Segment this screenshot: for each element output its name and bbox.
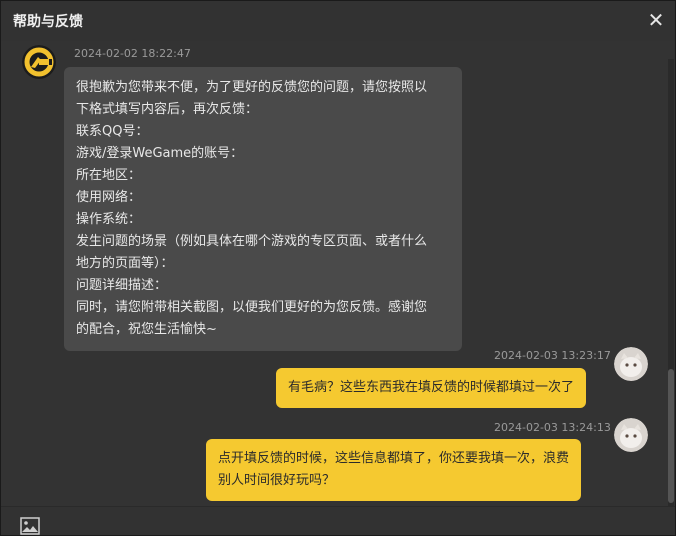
scrollbar-thumb[interactable]	[668, 369, 674, 503]
message-line: 游戏/登录WeGame的账号：	[76, 146, 244, 161]
message-timestamp: 2024-02-02 18:22:47	[74, 47, 191, 60]
user-avatar	[614, 418, 648, 452]
chat-scrollbar[interactable]	[668, 59, 674, 507]
message-line: 所在地区：	[76, 168, 142, 183]
message-line: 操作系统：	[76, 212, 142, 227]
message-line: 很抱歉为您带来不便，为了更好的反馈您的问题，请您按照以	[76, 80, 428, 95]
cat-avatar-icon	[614, 347, 648, 381]
message-line: 有毛病？这些东西我在填反馈的时候都填过一次了	[288, 380, 575, 395]
image-icon[interactable]	[20, 517, 40, 535]
message-line: 地方的页面等）：	[76, 256, 174, 271]
title-bar: 帮助与反馈 ✕	[1, 1, 675, 41]
wegame-logo-icon	[22, 45, 56, 79]
message-line: 下格式填写内容后，再次反馈：	[76, 102, 259, 117]
message-timestamp: 2024-02-03 13:24:13	[494, 421, 611, 434]
user-avatar	[614, 347, 648, 381]
feedback-window: 帮助与反馈 ✕ 2024-02-02 18:22:47 很抱歉为您带来不便，为了…	[0, 0, 676, 536]
input-toolbar	[1, 506, 675, 535]
cat-avatar-icon	[614, 418, 648, 452]
message-line: 联系QQ号：	[76, 124, 149, 139]
close-icon[interactable]: ✕	[645, 9, 667, 31]
window-title: 帮助与反馈	[13, 14, 83, 30]
message-line: 问题详细描述：	[76, 278, 168, 293]
message-timestamp: 2024-02-03 13:23:17	[494, 349, 611, 362]
message-line: 别人时间很好玩吗？	[218, 473, 336, 488]
outgoing-message-bubble: 点开填反馈的时候，这些信息都填了，你还要我填一次，浪费 别人时间很好玩吗？	[206, 439, 582, 501]
message-line: 发生问题的场景（例如具体在哪个游戏的专区页面、或者什么	[76, 234, 428, 249]
message-line: 点开填反馈的时候，这些信息都填了，你还要我填一次，浪费	[218, 451, 570, 466]
message-line: 同时，请您附带相关截图，以便我们更好的为您反馈。感谢您	[76, 300, 428, 315]
outgoing-message-bubble: 有毛病？这些东西我在填反馈的时候都填过一次了	[276, 368, 587, 408]
chat-area[interactable]: 2024-02-02 18:22:47 很抱歉为您带来不便，为了更好的反馈您的问…	[1, 41, 667, 506]
support-avatar	[22, 45, 56, 79]
message-line: 使用网络：	[76, 190, 142, 205]
incoming-message-bubble: 很抱歉为您带来不便，为了更好的反馈您的问题，请您按照以 下格式填写内容后，再次反…	[64, 67, 462, 351]
message-line: 的配合，祝您生活愉快~	[76, 322, 217, 337]
